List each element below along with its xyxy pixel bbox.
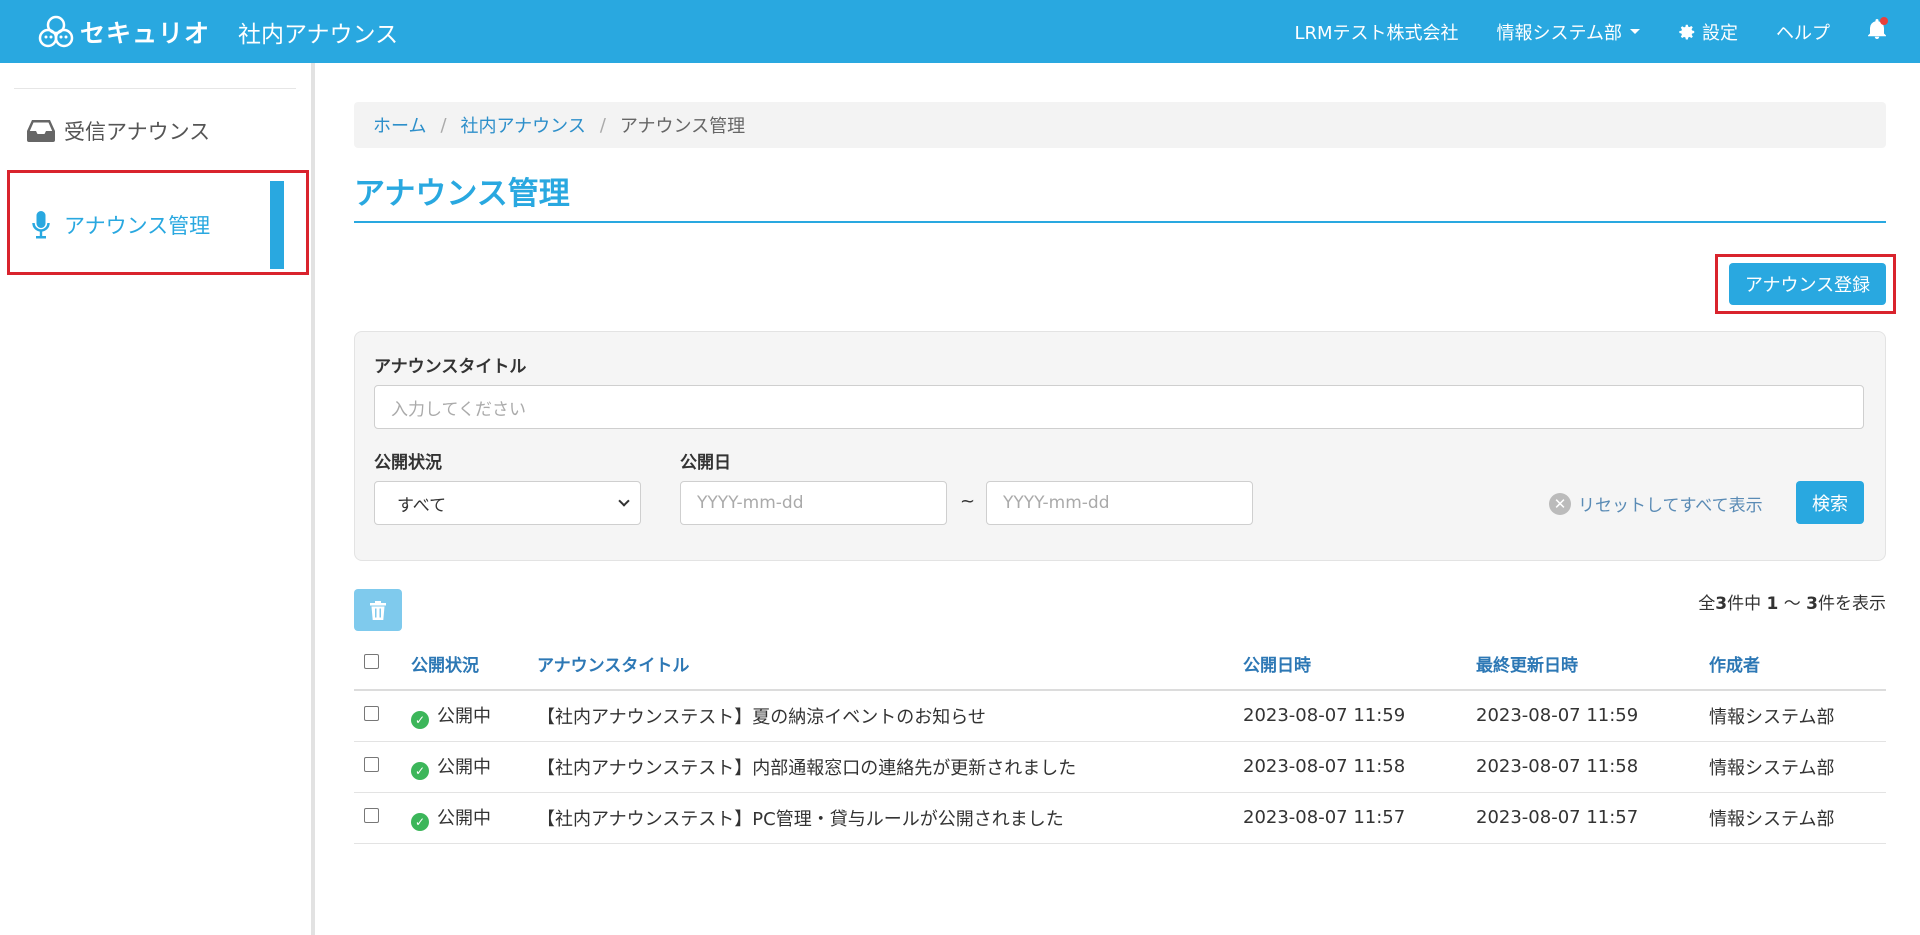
result-count: 全3件中 1 〜 3件を表示 — [1698, 589, 1886, 614]
date-to-input[interactable]: YYYY-mm-dd — [986, 481, 1253, 525]
col-title[interactable]: アナウンスタイトル — [537, 638, 1243, 691]
status-select-value: すべて — [397, 495, 447, 516]
sidebar-item-label: 受信アナウンス — [64, 120, 211, 144]
settings-link[interactable]: 設定 — [1678, 19, 1738, 45]
author-cell: 情報システム部 — [1709, 690, 1886, 742]
breadcrumb-section[interactable]: 社内アナウンス — [461, 112, 586, 138]
delete-button[interactable] — [354, 589, 402, 631]
breadcrumb-separator: / — [599, 114, 606, 136]
logo[interactable]: セキュリオ — [36, 12, 210, 52]
range-start: 1 — [1766, 594, 1779, 614]
title-underline — [354, 221, 1886, 223]
row-checkbox[interactable] — [364, 706, 379, 722]
help-link[interactable]: ヘルプ — [1776, 19, 1830, 45]
company-name: LRMテスト株式会社 — [1294, 22, 1459, 44]
chevron-down-icon — [618, 495, 630, 507]
count-suffix: 件を表示 — [1818, 594, 1886, 614]
published-cell: 2023-08-07 11:58 — [1243, 741, 1476, 793]
logo-icon — [38, 15, 74, 47]
highlight-box-register — [1715, 254, 1896, 314]
reset-label: リセットしてすべて表示 — [1578, 496, 1763, 516]
row-checkbox-cell — [354, 690, 411, 742]
count-total: 3 — [1715, 594, 1728, 614]
status-text: 公開中 — [437, 808, 491, 829]
check-circle-icon: ✓ — [411, 711, 429, 730]
status-cell: ✓ 公開中 — [411, 690, 537, 742]
announcement-table: 公開状況 アナウンスタイトル 公開日時 最終更新日時 作成者 ✓ 公開中 【社内ア… — [354, 638, 1886, 844]
breadcrumb: ホーム / 社内アナウンス / アナウンス管理 — [354, 102, 1886, 148]
author-cell: 情報システム部 — [1709, 741, 1886, 793]
table-row[interactable]: ✓ 公開中 【社内アナウンステスト】夏の納涼イベントのお知らせ 2023-08-0… — [354, 690, 1886, 742]
published-cell: 2023-08-07 11:57 — [1243, 792, 1476, 844]
status-text: 公開中 — [437, 706, 491, 728]
title-cell[interactable]: 【社内アナウンステスト】PC管理・貸与ルールが公開されました — [537, 792, 1243, 844]
status-filter-label: 公開状況 — [374, 453, 442, 473]
col-author[interactable]: 作成者 — [1709, 638, 1886, 691]
close-circle-icon: ✕ — [1549, 492, 1571, 515]
logo-text: セキュリオ — [80, 18, 211, 48]
table-row[interactable]: ✓ 公開中 【社内アナウンステスト】内部通報窓口の連絡先が更新されました 2023… — [354, 741, 1886, 793]
status-cell: ✓ 公開中 — [411, 792, 537, 844]
search-panel: アナウンスタイトル 入力してください 公開状況 すべて 公開日 YYYY-mm-… — [354, 331, 1886, 561]
sidebar-item-inbox[interactable]: 受信アナウンス — [14, 93, 296, 169]
settings-label: 設定 — [1702, 22, 1738, 44]
header-menu: LRMテスト株式会社 情報システム部 設定 ヘルプ — [1294, 0, 1920, 63]
sidebar-divider — [14, 88, 296, 89]
updated-cell: 2023-08-07 11:57 — [1476, 792, 1709, 844]
title-filter-label: アナウンスタイトル — [374, 357, 527, 377]
page-title: アナウンス管理 — [354, 176, 570, 212]
table-row[interactable]: ✓ 公開中 【社内アナウンステスト】PC管理・貸与ルールが公開されました 2023… — [354, 792, 1886, 844]
select-all-checkbox[interactable] — [364, 653, 379, 669]
row-checkbox-cell — [354, 792, 411, 844]
breadcrumb-current: アナウンス管理 — [619, 116, 746, 137]
updated-cell: 2023-08-07 11:58 — [1476, 741, 1709, 793]
date-range-separator: ~ — [960, 491, 976, 512]
date-from-input[interactable]: YYYY-mm-dd — [680, 481, 947, 525]
top-bar: セキュリオ 社内アナウンス LRMテスト株式会社 情報システム部 設定 ヘルプ — [0, 0, 1920, 63]
trash-icon — [370, 600, 386, 620]
range-sep: 〜 — [1783, 594, 1801, 614]
title-search-input[interactable]: 入力してください — [374, 385, 1864, 429]
search-button[interactable]: 検索 — [1796, 481, 1864, 524]
author-cell: 情報システム部 — [1709, 792, 1886, 844]
status-select[interactable]: すべて — [374, 481, 641, 525]
highlight-box-sidebar — [7, 170, 309, 275]
updated-cell: 2023-08-07 11:59 — [1476, 690, 1709, 742]
title-cell[interactable]: 【社内アナウンステスト】夏の納涼イベントのお知らせ — [537, 690, 1243, 742]
status-cell: ✓ 公開中 — [411, 741, 537, 793]
app-title: 社内アナウンス — [238, 21, 399, 48]
col-status[interactable]: 公開状況 — [411, 638, 537, 691]
count-mid: 件中 — [1727, 594, 1762, 614]
check-circle-icon: ✓ — [411, 813, 429, 831]
select-all-cell — [354, 638, 411, 691]
count-prefix: 全 — [1698, 594, 1716, 614]
inbox-icon — [26, 120, 56, 142]
department-dropdown[interactable]: 情報システム部 — [1497, 19, 1640, 45]
range-end: 3 — [1806, 594, 1818, 614]
gear-icon — [1679, 24, 1695, 39]
row-checkbox-cell — [354, 741, 411, 793]
caret-down-icon — [1630, 29, 1640, 34]
date-filter-label: 公開日 — [680, 453, 731, 473]
breadcrumb-home[interactable]: ホーム — [373, 112, 426, 138]
row-checkbox[interactable] — [364, 808, 379, 823]
breadcrumb-separator: / — [440, 114, 447, 136]
status-text: 公開中 — [437, 757, 491, 778]
col-published[interactable]: 公開日時 — [1243, 638, 1476, 691]
check-circle-icon: ✓ — [411, 762, 429, 780]
reset-filter-link[interactable]: ✕ リセットしてすべて表示 — [1549, 491, 1763, 516]
table-header-row: 公開状況 アナウンスタイトル 公開日時 最終更新日時 作成者 — [354, 638, 1886, 691]
title-cell[interactable]: 【社内アナウンステスト】内部通報窓口の連絡先が更新されました — [537, 741, 1243, 793]
department-label: 情報システム部 — [1496, 22, 1622, 44]
notification-button[interactable] — [1868, 17, 1888, 44]
published-cell: 2023-08-07 11:59 — [1243, 690, 1476, 742]
col-updated[interactable]: 最終更新日時 — [1476, 638, 1709, 691]
notification-badge — [1880, 17, 1888, 25]
row-checkbox[interactable] — [364, 757, 379, 772]
